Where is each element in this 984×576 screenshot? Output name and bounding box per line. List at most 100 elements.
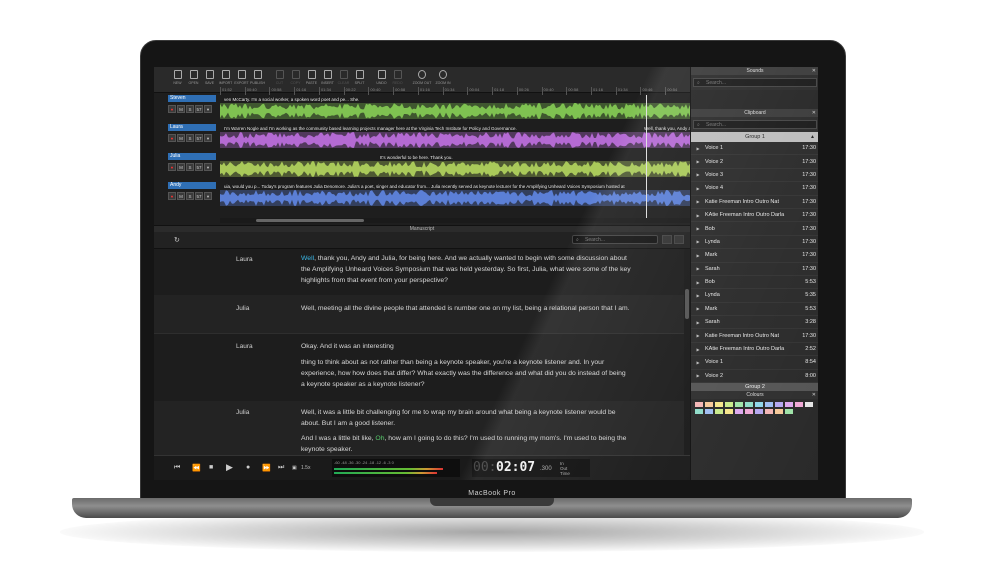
clipboard-item[interactable]: ▶ KAtie Freeman Intro Outro Darla 17:30: [691, 209, 818, 223]
play-icon[interactable]: ▶: [691, 266, 705, 271]
clipboard-item[interactable]: ▶ Sarah 3:28: [691, 316, 818, 330]
colour-swatch[interactable]: [785, 409, 793, 415]
clipboard-item[interactable]: ▶ Bob 17:30: [691, 222, 818, 236]
track-name[interactable]: Laura: [168, 124, 216, 131]
colour-swatch[interactable]: [695, 409, 703, 415]
colour-swatch[interactable]: [705, 402, 713, 408]
play-icon[interactable]: ▶: [691, 226, 705, 231]
clipboard-item[interactable]: ▶ Lynda 5:35: [691, 289, 818, 303]
play-icon[interactable]: ▶: [691, 333, 705, 338]
record-arm-button[interactable]: ●: [168, 192, 176, 200]
record-arm-button[interactable]: ●: [168, 163, 176, 171]
clipboard-item[interactable]: ▶ Voice 1 8:54: [691, 356, 818, 370]
sounds-search-input[interactable]: ⌕ Search...: [693, 78, 817, 87]
track-lane[interactable]: ven McCarty. I'm a social worker, a spok…: [220, 96, 690, 119]
play-icon[interactable]: ▶: [691, 159, 705, 164]
play-icon[interactable]: ▶: [691, 306, 705, 311]
colour-swatch[interactable]: [775, 402, 783, 408]
collapse-icon[interactable]: ▲: [810, 132, 815, 142]
colour-swatch[interactable]: [695, 402, 703, 408]
track-menu-button[interactable]: ▾: [204, 192, 212, 200]
volume-value[interactable]: 57: [195, 134, 203, 142]
paragraph-text[interactable]: thing to think about as not rather than …: [301, 357, 631, 390]
save-button[interactable]: SAVE: [202, 67, 217, 92]
loop-icon[interactable]: ▣: [292, 465, 297, 471]
play-icon[interactable]: ▶: [691, 213, 705, 218]
play-icon[interactable]: ▶: [691, 293, 705, 298]
rewind-icon[interactable]: ⏪: [192, 464, 201, 472]
track-menu-button[interactable]: ▾: [204, 134, 212, 142]
clipboard-item[interactable]: ▶ Voice 1 17:30: [691, 142, 818, 156]
paragraph-text[interactable]: And I was a little bit like, Oh, how am …: [301, 433, 631, 455]
play-icon[interactable]: ▶: [226, 462, 233, 473]
manuscript-row[interactable]: Laura Well, thank you, Andy and Julia, f…: [154, 249, 684, 296]
paragraph-text[interactable]: Well, it was a little bit challenging fo…: [301, 407, 631, 429]
play-icon[interactable]: ▶: [691, 199, 705, 204]
manuscript-row[interactable]: Julia Well, meeting all the divine peopl…: [154, 295, 684, 334]
mute-button[interactable]: M: [177, 105, 185, 113]
colour-swatch[interactable]: [755, 409, 763, 415]
manuscript-body[interactable]: Laura Well, thank you, Andy and Julia, f…: [154, 249, 690, 455]
skip-back-icon[interactable]: ⏮: [174, 464, 180, 472]
paragraph-text[interactable]: Okay. And it was an interesting: [301, 341, 631, 352]
group-2-header[interactable]: Group 2: [691, 383, 818, 392]
clipboard-item[interactable]: ▶ Mark 5:53: [691, 303, 818, 317]
play-icon[interactable]: ▶: [691, 253, 705, 258]
close-icon[interactable]: ✕: [812, 67, 816, 75]
colour-swatch[interactable]: [735, 409, 743, 415]
record-arm-button[interactable]: ●: [168, 105, 176, 113]
colour-swatch[interactable]: [725, 402, 733, 408]
mute-button[interactable]: M: [177, 192, 185, 200]
track-header[interactable]: Laura ● M S 57 ▾: [168, 124, 216, 145]
colour-swatch[interactable]: [745, 409, 753, 415]
clipboard-item[interactable]: ▶ Voice 3 17:30: [691, 169, 818, 183]
colour-swatch[interactable]: [765, 409, 773, 415]
track-lane[interactable]: It's wonderful to be here. Thank you.: [220, 154, 690, 177]
colour-swatch[interactable]: [785, 402, 793, 408]
mute-button[interactable]: M: [177, 163, 185, 171]
colour-swatch[interactable]: [715, 402, 723, 408]
track-lane[interactable]: I'm Warren Nogle and I'm working as the …: [220, 125, 690, 148]
group-1-header[interactable]: Group 1 ▲: [691, 132, 818, 142]
track-name[interactable]: Julia: [168, 153, 216, 160]
colour-swatch[interactable]: [805, 402, 813, 408]
volume-value[interactable]: 57: [195, 163, 203, 171]
clipboard-item[interactable]: ▶ Katie Freeman Intro Outro Nat 17:30: [691, 329, 818, 343]
record-arm-button[interactable]: ●: [168, 134, 176, 142]
play-icon[interactable]: ▶: [691, 172, 705, 177]
play-icon[interactable]: ▶: [691, 320, 705, 325]
colour-swatch[interactable]: [705, 409, 713, 415]
close-icon[interactable]: ✕: [812, 391, 816, 399]
clipboard-item[interactable]: ▶ Voice 2 8:00: [691, 370, 818, 384]
clipboard-item[interactable]: ▶ KAtie Freeman Intro Outro Darla 2:52: [691, 343, 818, 357]
clipboard-search-input[interactable]: ⌕ Search...: [693, 120, 817, 129]
clipboard-item[interactable]: ▶ Voice 2 17:30: [691, 155, 818, 169]
timeline-ruler[interactable]: 01:52 00:40 00:58 01:16 01:34 00:22 00:40 00:58…: [220, 87, 690, 95]
colour-swatch[interactable]: [735, 402, 743, 408]
playhead[interactable]: [646, 95, 647, 220]
track-header[interactable]: Steven ● M S 57 ▾: [168, 95, 216, 116]
colour-swatch[interactable]: [745, 402, 753, 408]
skip-forward-icon[interactable]: ⏭: [278, 464, 284, 472]
manuscript-row[interactable]: Laura Okay. And it was an interesting th…: [154, 333, 684, 402]
track-header[interactable]: Andy ● M S 57 ▾: [168, 182, 216, 203]
solo-button[interactable]: S: [186, 163, 194, 171]
clipboard-item[interactable]: ▶ Voice 4 17:30: [691, 182, 818, 196]
play-icon[interactable]: ▶: [691, 239, 705, 244]
refresh-icon[interactable]: ↻: [174, 236, 180, 244]
play-icon[interactable]: ▶: [691, 186, 705, 191]
volume-value[interactable]: 57: [195, 105, 203, 113]
fast-forward-icon[interactable]: ⏩: [262, 464, 271, 472]
colour-swatch[interactable]: [715, 409, 723, 415]
new-button[interactable]: NEW: [170, 67, 185, 92]
track-menu-button[interactable]: ▾: [204, 105, 212, 113]
play-icon[interactable]: ▶: [691, 347, 705, 352]
clipboard-item[interactable]: ▶ Mark 17:30: [691, 249, 818, 263]
playback-speed[interactable]: 1.5x: [301, 465, 310, 471]
clipboard-item[interactable]: ▶ Lynda 17:30: [691, 236, 818, 250]
track-header[interactable]: Julia ● M S 57 ▾: [168, 153, 216, 174]
manuscript-search-input[interactable]: ⌕ Search...: [572, 235, 658, 244]
play-icon[interactable]: ▶: [691, 373, 705, 378]
solo-button[interactable]: S: [186, 105, 194, 113]
stop-icon[interactable]: ■: [209, 464, 213, 471]
